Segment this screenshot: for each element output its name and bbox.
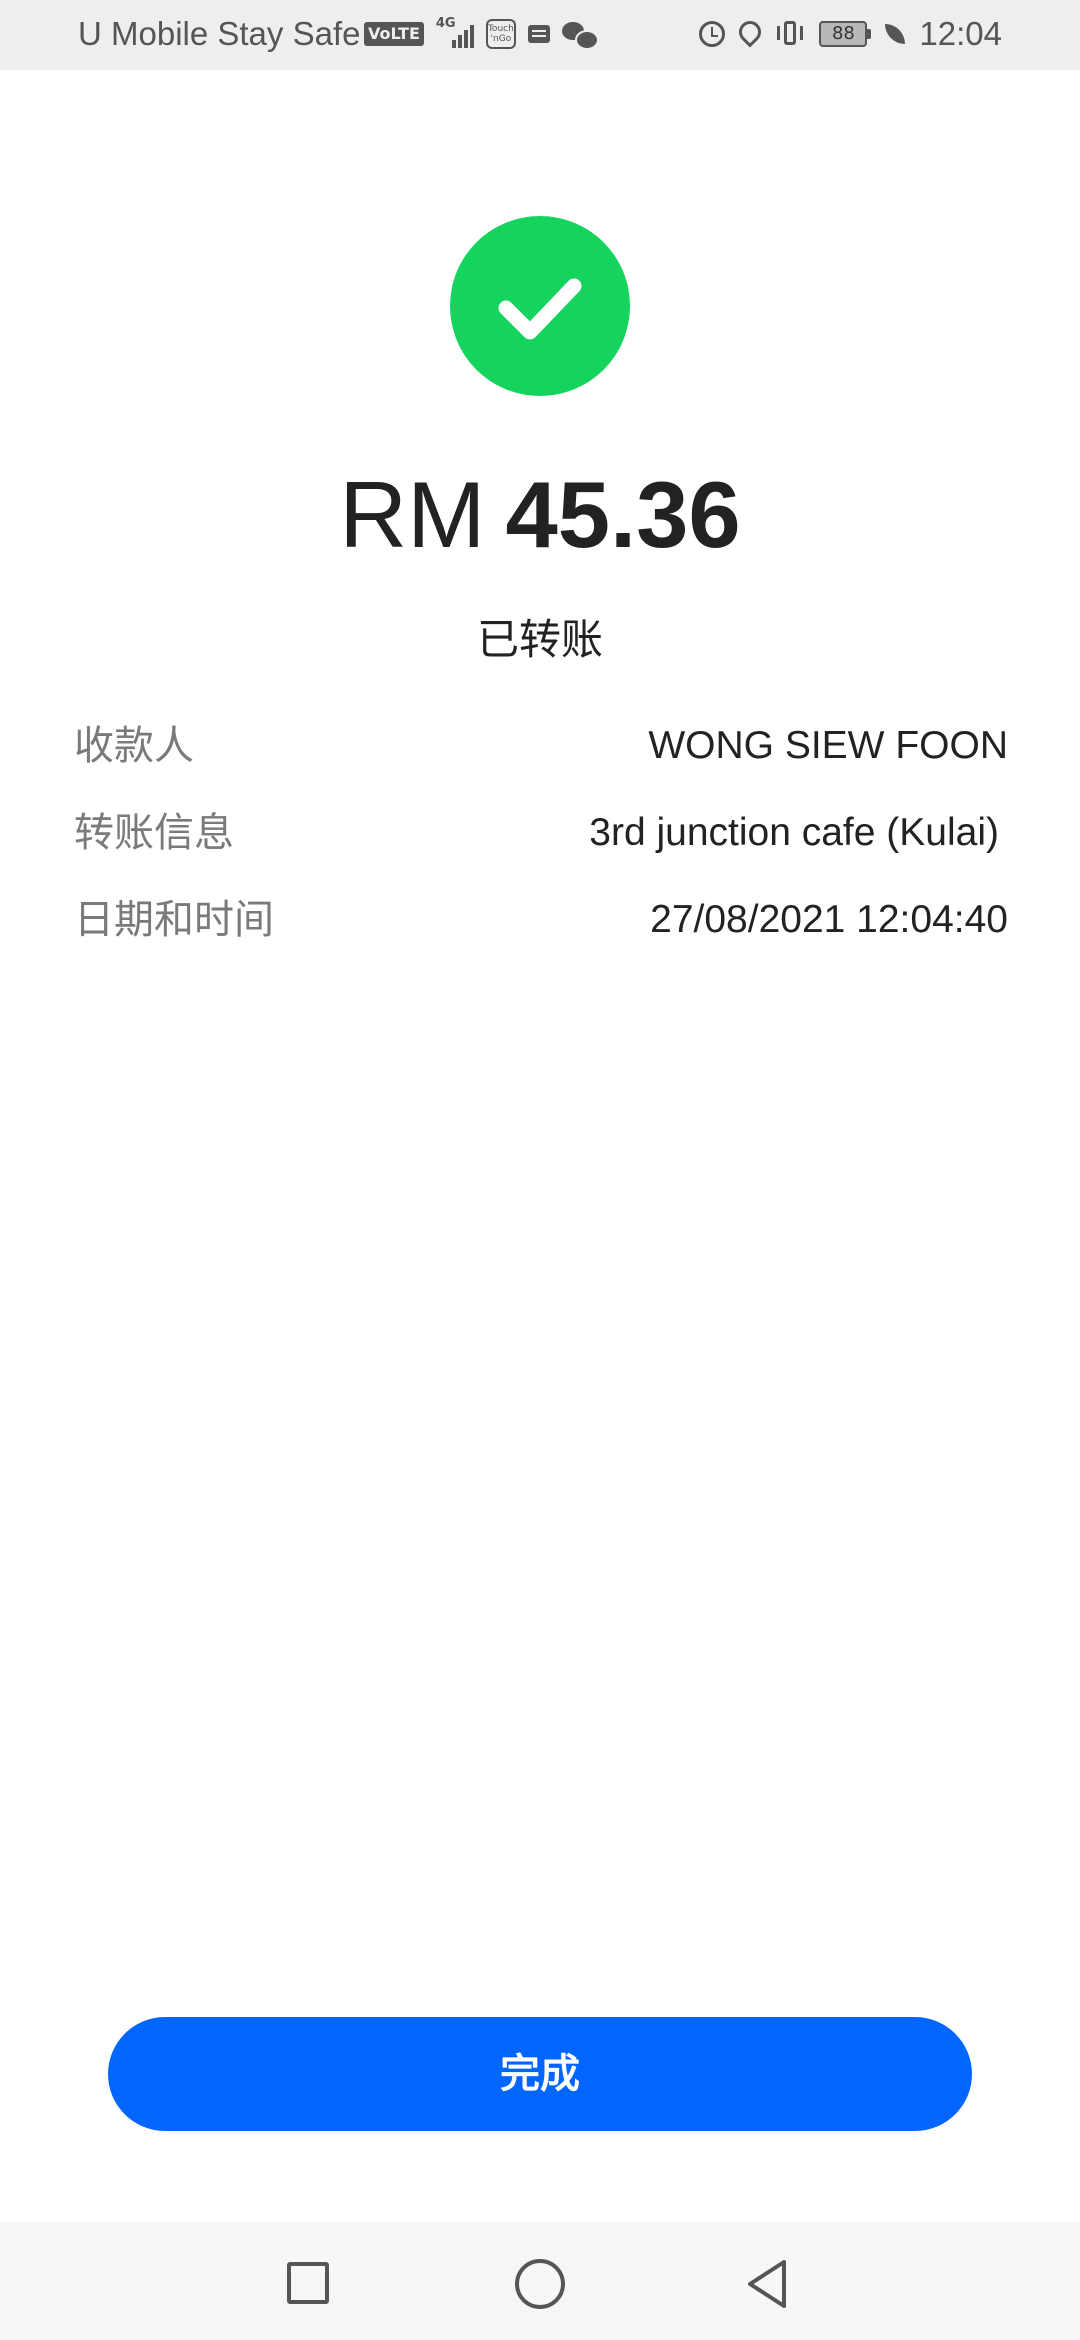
touch-n-go-icon: Touch 'nGo (485, 19, 516, 49)
home-button[interactable] (515, 2259, 565, 2309)
signal-icon: 4G (436, 16, 474, 48)
transfer-info-row: 转账信息 3rd junction cafe (Kulai) (74, 803, 1008, 863)
recent-apps-button[interactable] (287, 2262, 329, 2304)
carrier-name: U Mobile Stay Safe (78, 15, 361, 52)
tng-line2: 'nGo (490, 34, 512, 44)
tng-line1: Touch (487, 24, 514, 34)
status-bar: U Mobile Stay Safe VoLTE 4G Touch 'nGo 8… (0, 0, 1080, 70)
leaf-icon (885, 24, 906, 44)
vibrate-icon (775, 19, 805, 49)
transfer-info-label: 转账信息 (74, 810, 234, 856)
volte-icon: VoLTE (364, 22, 424, 46)
datetime-value: 27/08/2021 12:04:40 (650, 898, 1008, 941)
network-type: 4G (435, 16, 456, 31)
battery-icon: 88 (819, 21, 872, 47)
datetime-row: 日期和时间 27/08/2021 12:04:40 (74, 890, 1008, 950)
message-icon (527, 25, 550, 43)
done-button[interactable]: 完成 (108, 2017, 972, 2131)
payee-row: 收款人 WONG SIEW FOON (74, 716, 1008, 776)
status-clock: 12:04 (919, 15, 1002, 52)
transfer-info-value: 3rd junction cafe (Kulai) (589, 811, 999, 854)
datetime-label: 日期和时间 (74, 897, 274, 943)
transfer-status: 已转账 (476, 615, 603, 664)
status-icons-left: VoLTE 4G Touch 'nGo (364, 14, 599, 54)
back-button[interactable] (744, 2258, 790, 2310)
payee-value: WONG SIEW FOON (648, 724, 1008, 767)
amount-currency: RM (339, 462, 486, 567)
transfer-amount: RM 45.36 (0, 460, 1080, 598)
navigation-bar (0, 2222, 1080, 2340)
amount-value: 45.36 (505, 462, 741, 567)
alarm-icon (699, 21, 726, 47)
payee-label: 收款人 (74, 723, 194, 769)
location-icon (734, 16, 766, 48)
checkmark-icon (498, 278, 582, 340)
battery-level: 88 (819, 21, 868, 47)
wechat-icon (561, 20, 599, 50)
check-circle-icon (450, 216, 630, 396)
status-icons-right: 88 12:04 (699, 14, 1002, 54)
